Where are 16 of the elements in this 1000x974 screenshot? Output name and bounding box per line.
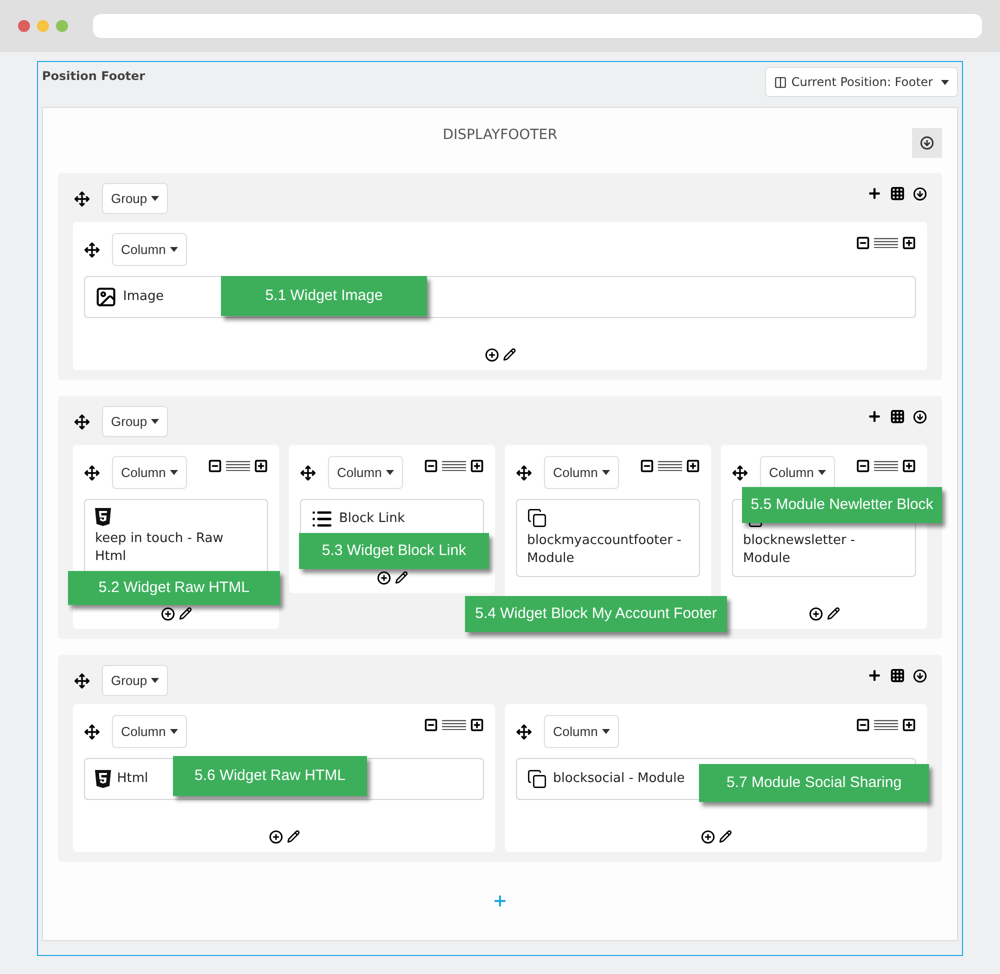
- annotation-tooltip: 5.5 Module Newletter Block: [742, 487, 942, 523]
- widget-label: blockmyaccountfooter - Module: [527, 532, 682, 568]
- annotation-tooltip: 5.4 Widget Block My Account Footer: [465, 596, 727, 632]
- annotation-tooltip: 5.3 Widget Block Link: [299, 533, 489, 569]
- hook-title: DISPLAYFOOTER: [442, 126, 558, 145]
- widget-label: blocksocial - Module: [553, 770, 685, 788]
- panel-title: Position Footer: [42, 68, 146, 85]
- annotation-tooltip: 5.7 Module Social Sharing: [699, 764, 929, 802]
- annotation-tooltip: 5.2 Widget Raw HTML: [68, 571, 280, 605]
- widget-label: Html: [117, 770, 148, 788]
- annotation-tooltip: 5.1 Widget Image: [221, 276, 427, 316]
- widget-label: Block Link: [339, 510, 405, 528]
- widget-label: blocknewsletter - Module: [743, 532, 856, 568]
- annotation-tooltip: 5.6 Widget Raw HTML: [173, 756, 367, 796]
- widget-label: Image: [123, 288, 164, 306]
- widget-label: keep in touch - Raw Html: [95, 530, 224, 566]
